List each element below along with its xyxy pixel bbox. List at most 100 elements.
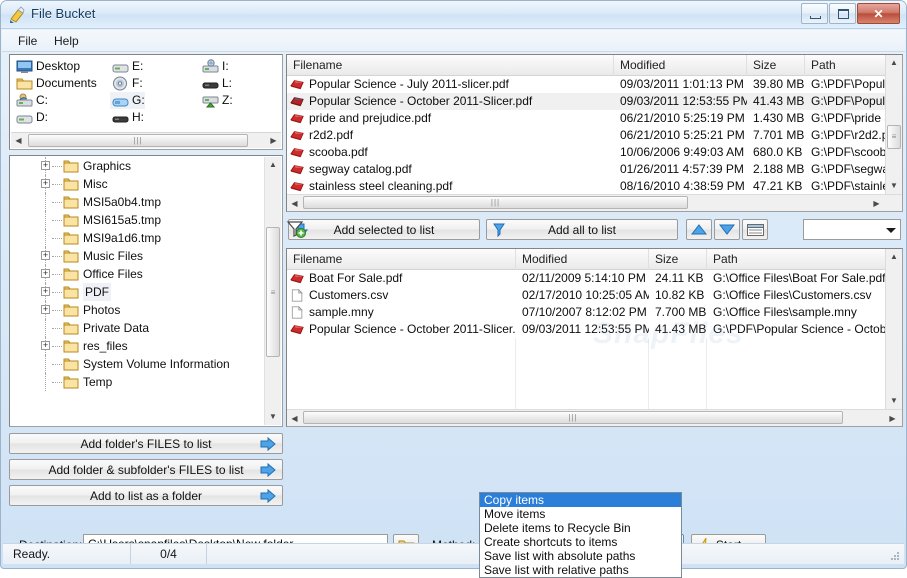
drive-item[interactable]: G: — [110, 92, 145, 109]
scroll-left-arrow[interactable]: ◀ — [11, 133, 26, 148]
table-row[interactable]: scooba.pdf 10/06/2006 9:49:03 AM 680.0 KB G… — [287, 144, 902, 161]
tree-item[interactable]: + Photos — [11, 301, 264, 319]
bucket-file-list[interactable]: Filename Modified Size Path Boat For Sale.p… — [286, 248, 903, 427]
method-dropdown-list[interactable]: Copy items Move items Delete items to Recy… — [479, 492, 682, 578]
add-folder-subfolder-files-button[interactable]: Add folder & subfolder's FILES to list — [9, 459, 283, 480]
tree-item[interactable]: MSI5a0b4.tmp — [11, 193, 264, 211]
column-header[interactable]: Filename — [287, 55, 614, 76]
maximize-button[interactable] — [829, 3, 856, 24]
tree-item[interactable]: + Office Files — [11, 265, 264, 283]
column-header[interactable]: Size — [747, 55, 805, 76]
browser-list-hscrollbar[interactable]: ◀ ||| ▶ — [287, 194, 902, 211]
expand-icon[interactable]: + — [41, 341, 50, 350]
scroll-thumb[interactable]: ||| — [303, 411, 843, 424]
resize-grip-icon[interactable] — [889, 550, 901, 562]
add-selected-to-list-button[interactable]: Add selected to list — [288, 219, 480, 240]
drive-item[interactable]: E: — [110, 58, 143, 75]
column-header[interactable]: Modified — [516, 249, 649, 270]
method-option[interactable]: Save list with absolute paths — [480, 549, 681, 563]
folder-tree-vscrollbar[interactable]: ▲ ≡ ▼ — [264, 157, 281, 425]
scroll-thumb[interactable]: ≡ — [266, 227, 280, 357]
drive-item[interactable]: H: — [110, 109, 144, 126]
browser-file-list[interactable]: Filename Modified Size Path Popular Science… — [286, 54, 903, 212]
tree-item[interactable]: Private Data — [11, 319, 264, 337]
browser-list-vscrollbar[interactable]: ▲ ≡ ▼ — [885, 55, 902, 194]
scroll-down-arrow[interactable]: ▼ — [886, 178, 902, 194]
column-header[interactable]: Filename — [287, 249, 516, 270]
table-row[interactable]: stainless steel cleaning.pdf 08/16/2010 4… — [287, 178, 902, 195]
expand-icon[interactable]: + — [41, 251, 50, 260]
table-row[interactable]: Popular Science - July 2011-slicer.pdf 09… — [287, 76, 902, 93]
scroll-right-arrow[interactable]: ▶ — [869, 196, 884, 211]
scroll-thumb[interactable]: ||| — [303, 196, 688, 209]
tree-item[interactable]: + Graphics — [11, 157, 264, 175]
method-option[interactable]: Save list with relative paths — [480, 563, 681, 577]
folder-tree[interactable]: + Graphics + Misc MSI5a0b4.tmp MSI615a5.tmp MS… — [9, 155, 283, 427]
tree-item[interactable]: + PDF — [11, 283, 264, 301]
scroll-down-arrow[interactable]: ▼ — [265, 409, 281, 425]
add-folder-files-button[interactable]: Add folder's FILES to list — [9, 433, 283, 454]
drive-item[interactable]: F: — [110, 75, 143, 92]
scroll-thumb[interactable]: ≡ — [887, 125, 901, 149]
scroll-left-arrow[interactable]: ◀ — [287, 411, 302, 426]
scroll-up-arrow[interactable]: ▲ — [265, 157, 281, 173]
column-header[interactable]: Size — [649, 249, 707, 270]
tree-item[interactable]: MSI9a1d6.tmp — [11, 229, 264, 247]
method-option[interactable]: Move items — [480, 507, 681, 521]
tree-item[interactable]: MSI615a5.tmp — [11, 211, 264, 229]
drive-item[interactable]: I: — [200, 58, 229, 75]
method-option[interactable]: Delete items to Recycle Bin — [480, 521, 681, 535]
move-up-button[interactable] — [686, 219, 712, 240]
close-button[interactable]: ✕ — [857, 3, 900, 24]
table-row[interactable]: pride and prejudice.pdf 06/21/2010 5:25:1… — [287, 110, 902, 127]
expand-icon[interactable]: + — [41, 287, 50, 296]
table-row[interactable]: r2d2.pdf 06/21/2010 5:25:21 PM 7.701 MB G:\… — [287, 127, 902, 144]
drive-item[interactable]: Z: — [200, 92, 233, 109]
scroll-right-arrow[interactable]: ▶ — [885, 411, 900, 426]
menu-item-help[interactable]: Help — [46, 33, 87, 50]
scroll-left-arrow[interactable]: ◀ — [287, 196, 302, 211]
drive-item[interactable]: C: — [14, 92, 48, 109]
method-option[interactable]: Copy items — [480, 493, 681, 507]
scroll-thumb[interactable]: ||| — [28, 134, 248, 147]
expand-icon[interactable]: + — [41, 161, 50, 170]
scroll-up-arrow[interactable]: ▲ — [886, 249, 902, 265]
drive-item[interactable]: Documents — [14, 75, 97, 92]
method-option[interactable]: Create shortcuts to items — [480, 535, 681, 549]
filter-combobox[interactable] — [803, 219, 901, 240]
move-down-button[interactable] — [714, 219, 740, 240]
drive-item[interactable]: L: — [200, 75, 232, 92]
expand-icon[interactable]: + — [41, 305, 50, 314]
tree-item[interactable]: + Misc — [11, 175, 264, 193]
menu-item-file[interactable]: File — [10, 33, 45, 50]
table-row[interactable]: Customers.csv 02/17/2010 10:25:05 AM 10.82… — [287, 287, 902, 304]
tree-item[interactable]: + Music Files — [11, 247, 264, 265]
table-row[interactable]: Boat For Sale.pdf 02/11/2009 5:14:10 PM 24… — [287, 270, 902, 287]
drive-item[interactable]: D: — [14, 109, 48, 126]
drive-list[interactable]: Desktop Documents C: D: E: F: G: H: I: L: Z: ◀ |||… — [9, 54, 283, 150]
scroll-down-arrow[interactable]: ▼ — [886, 393, 902, 409]
scroll-up-arrow[interactable]: ▲ — [886, 55, 902, 71]
expand-icon[interactable]: + — [41, 179, 50, 188]
scroll-right-arrow[interactable]: ▶ — [266, 133, 281, 148]
drive-list-hscrollbar[interactable]: ◀ ||| ▶ — [11, 132, 281, 148]
add-all-to-list-button[interactable]: Add all to list — [486, 219, 678, 240]
bucket-list-body[interactable]: Boat For Sale.pdf 02/11/2009 5:14:10 PM 24… — [287, 270, 902, 426]
table-row[interactable]: Popular Science - October 2011-Slicer.pd… — [287, 321, 902, 338]
table-row[interactable]: sample.mny 07/10/2007 8:12:02 PM 7.700 MB G… — [287, 304, 902, 321]
drive-item[interactable]: Desktop — [14, 58, 80, 75]
tree-item[interactable]: Temp — [11, 373, 264, 391]
table-row[interactable]: Popular Science - October 2011-Slicer.pd… — [287, 93, 902, 110]
tree-item[interactable]: System Volume Information — [11, 355, 264, 373]
list-view-button[interactable] — [742, 219, 768, 240]
expand-icon[interactable]: + — [41, 269, 50, 278]
table-row[interactable]: segway catalog.pdf 01/26/2011 4:57:39 PM 2… — [287, 161, 902, 178]
bucket-list-vscrollbar[interactable]: ▲ ▼ — [885, 249, 902, 409]
column-header[interactable]: Path — [707, 249, 907, 270]
bucket-list-hscrollbar[interactable]: ◀ ||| ▶ — [287, 409, 902, 426]
column-header[interactable]: Modified — [614, 55, 747, 76]
tree-item[interactable]: + res_files — [11, 337, 264, 355]
browser-list-body[interactable]: Popular Science - July 2011-slicer.pdf 09… — [287, 76, 902, 211]
minimize-button[interactable] — [801, 3, 828, 24]
add-as-folder-button[interactable]: Add to list as a folder — [9, 485, 283, 506]
